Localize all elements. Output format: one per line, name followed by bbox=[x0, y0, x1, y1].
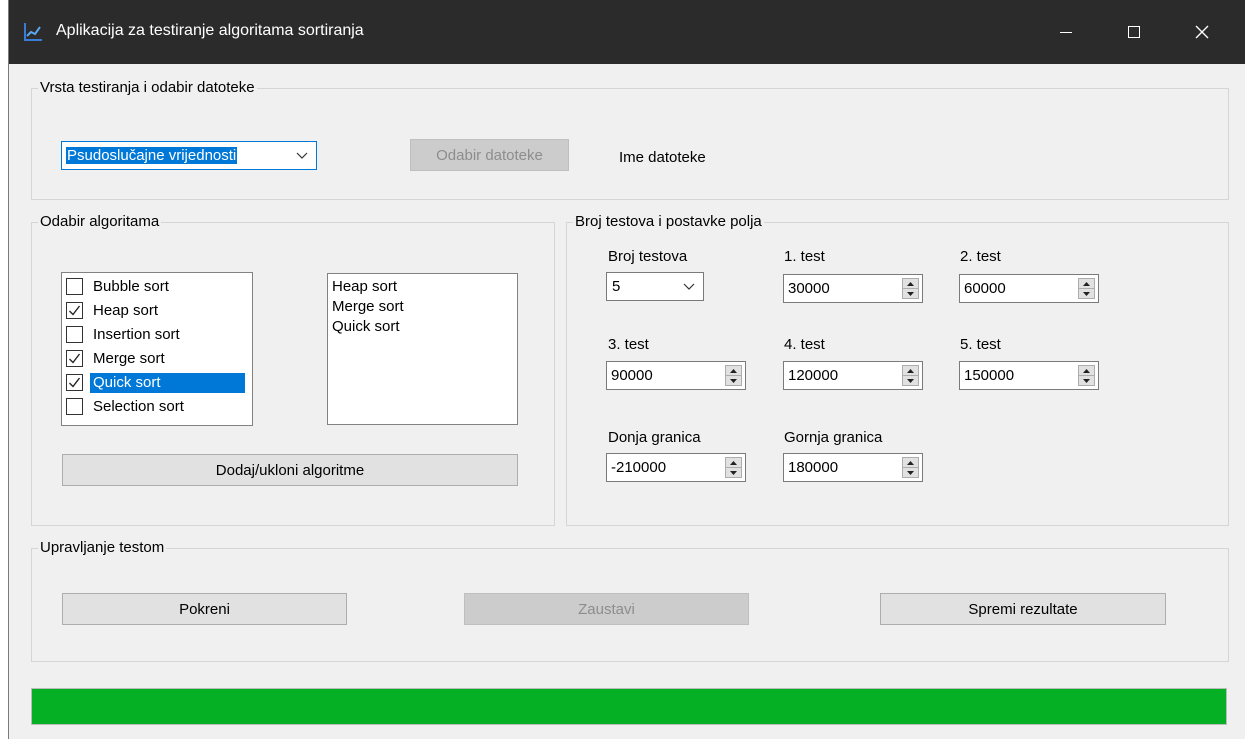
test5-value: 150000 bbox=[964, 367, 1015, 384]
app-window: Aplikacija za testiranje algoritama sort… bbox=[8, 0, 1245, 739]
checkbox[interactable] bbox=[66, 398, 83, 415]
check-icon bbox=[69, 377, 81, 388]
spin-down-icon[interactable] bbox=[1079, 376, 1094, 385]
spin-up-icon[interactable] bbox=[903, 366, 918, 376]
test4-numeric-input[interactable]: 120000 bbox=[783, 361, 923, 390]
minimize-button[interactable] bbox=[1032, 0, 1100, 64]
checklist-item-label: Selection sort bbox=[93, 398, 184, 415]
test5-numeric-input[interactable]: 150000 bbox=[959, 361, 1099, 390]
spin-up-icon[interactable] bbox=[1079, 279, 1094, 289]
checklist-item-merge-sort[interactable]: Merge sort bbox=[64, 347, 250, 371]
checklist-item-label: Bubble sort bbox=[93, 278, 169, 295]
test-type-legend: Vrsta testiranja i odabir datoteke bbox=[40, 79, 255, 96]
checkbox[interactable] bbox=[66, 374, 83, 391]
test1-value: 30000 bbox=[788, 280, 830, 297]
spin-up-icon[interactable] bbox=[1079, 366, 1094, 376]
maximize-icon bbox=[1128, 26, 1140, 38]
spin-up-icon[interactable] bbox=[726, 366, 741, 376]
add-remove-algorithms-button[interactable]: Dodaj/ukloni algoritme bbox=[62, 454, 518, 486]
check-icon bbox=[69, 305, 81, 316]
lower-bound-label: Donja granica bbox=[608, 429, 701, 446]
upper-bound-label: Gornja granica bbox=[784, 429, 883, 446]
test2-spinner[interactable] bbox=[1078, 278, 1095, 299]
test4-spinner[interactable] bbox=[902, 365, 919, 386]
test5-spinner[interactable] bbox=[1078, 365, 1095, 386]
spin-down-icon[interactable] bbox=[903, 289, 918, 298]
upper-bound-spinner[interactable] bbox=[902, 457, 919, 478]
test3-label: 3. test bbox=[608, 336, 649, 353]
test2-label: 2. test bbox=[960, 248, 1001, 265]
checkbox[interactable] bbox=[66, 278, 83, 295]
test1-numeric-input[interactable]: 30000 bbox=[783, 274, 923, 303]
app-chart-icon bbox=[23, 22, 43, 42]
test-mode-combobox[interactable]: Psudoslučajne vrijednosti bbox=[61, 141, 317, 170]
test2-value: 60000 bbox=[964, 280, 1006, 297]
client-area: Vrsta testiranja i odabir datoteke Psudo… bbox=[9, 64, 1245, 739]
start-button[interactable]: Pokreni bbox=[62, 593, 347, 625]
lower-bound-spinner[interactable] bbox=[725, 457, 742, 478]
spin-up-icon[interactable] bbox=[903, 279, 918, 289]
close-button[interactable] bbox=[1168, 0, 1236, 64]
test-settings-legend: Broj testova i postavke polja bbox=[575, 213, 762, 230]
algorithm-legend: Odabir algoritama bbox=[40, 213, 160, 230]
stop-button[interactable]: Zaustavi bbox=[464, 593, 749, 625]
checklist-item-insertion-sort[interactable]: Insertion sort bbox=[64, 323, 250, 347]
spin-down-icon[interactable] bbox=[903, 376, 918, 385]
checklist-item-heap-sort[interactable]: Heap sort bbox=[64, 299, 250, 323]
test4-label: 4. test bbox=[784, 336, 825, 353]
chevron-down-icon bbox=[683, 283, 695, 290]
test3-spinner[interactable] bbox=[725, 365, 742, 386]
list-item[interactable]: Quick sort bbox=[332, 317, 400, 337]
window-title: Aplikacija za testiranje algoritama sort… bbox=[56, 22, 364, 39]
upper-bound-value: 180000 bbox=[788, 459, 839, 476]
upper-bound-numeric-input[interactable]: 180000 bbox=[783, 453, 923, 482]
test4-value: 120000 bbox=[788, 367, 839, 384]
test-control-legend: Upravljanje testom bbox=[40, 539, 165, 556]
checkbox[interactable] bbox=[66, 302, 83, 319]
test1-spinner[interactable] bbox=[902, 278, 919, 299]
progress-bar bbox=[31, 688, 1227, 725]
test3-value: 90000 bbox=[611, 367, 653, 384]
spin-down-icon[interactable] bbox=[726, 468, 741, 477]
minimize-icon bbox=[1060, 32, 1072, 33]
title-bar[interactable]: Aplikacija za testiranje algoritama sort… bbox=[9, 0, 1245, 64]
choose-file-button[interactable]: Odabir datoteke bbox=[410, 139, 569, 171]
checklist-item-bubble-sort[interactable]: Bubble sort bbox=[64, 275, 250, 299]
algorithm-checklist[interactable]: Bubble sort Heap sort Insertion sort Mer… bbox=[61, 272, 253, 426]
checklist-item-label: Insertion sort bbox=[93, 326, 180, 343]
spin-down-icon[interactable] bbox=[726, 376, 741, 385]
checkbox[interactable] bbox=[66, 350, 83, 367]
spin-down-icon[interactable] bbox=[1079, 289, 1094, 298]
check-icon bbox=[69, 353, 81, 364]
test1-label: 1. test bbox=[784, 248, 825, 265]
checkbox[interactable] bbox=[66, 326, 83, 343]
checklist-item-label: Merge sort bbox=[93, 350, 165, 367]
close-icon bbox=[1195, 25, 1209, 39]
save-results-button[interactable]: Spremi rezultate bbox=[880, 593, 1166, 625]
lower-bound-value: -210000 bbox=[611, 459, 667, 476]
selected-algorithms-list[interactable]: Heap sort Merge sort Quick sort bbox=[327, 273, 518, 425]
maximize-button[interactable] bbox=[1100, 0, 1168, 64]
test-count-label: Broj testova bbox=[608, 248, 688, 265]
list-item[interactable]: Heap sort bbox=[332, 277, 397, 297]
progress-fill bbox=[32, 689, 1226, 724]
checklist-item-quick-sort[interactable]: Quick sort bbox=[64, 371, 250, 395]
spin-down-icon[interactable] bbox=[903, 468, 918, 477]
lower-bound-numeric-input[interactable]: -210000 bbox=[606, 453, 746, 482]
spin-up-icon[interactable] bbox=[726, 458, 741, 468]
checklist-item-label: Quick sort bbox=[90, 373, 245, 393]
chevron-down-icon bbox=[296, 152, 308, 159]
checklist-item-selection-sort[interactable]: Selection sort bbox=[64, 395, 250, 419]
test3-numeric-input[interactable]: 90000 bbox=[606, 361, 746, 390]
list-item[interactable]: Merge sort bbox=[332, 297, 404, 317]
test2-numeric-input[interactable]: 60000 bbox=[959, 274, 1099, 303]
spin-up-icon[interactable] bbox=[903, 458, 918, 468]
test-count-value: 5 bbox=[612, 278, 621, 295]
test5-label: 5. test bbox=[960, 336, 1001, 353]
file-name-label: Ime datoteke bbox=[619, 149, 706, 166]
test-type-group: Vrsta testiranja i odabir datoteke bbox=[31, 80, 1229, 200]
checklist-item-label: Heap sort bbox=[93, 302, 159, 319]
test-mode-value: Psudoslučajne vrijednosti bbox=[66, 147, 238, 164]
test-count-combobox[interactable]: 5 bbox=[606, 272, 704, 301]
